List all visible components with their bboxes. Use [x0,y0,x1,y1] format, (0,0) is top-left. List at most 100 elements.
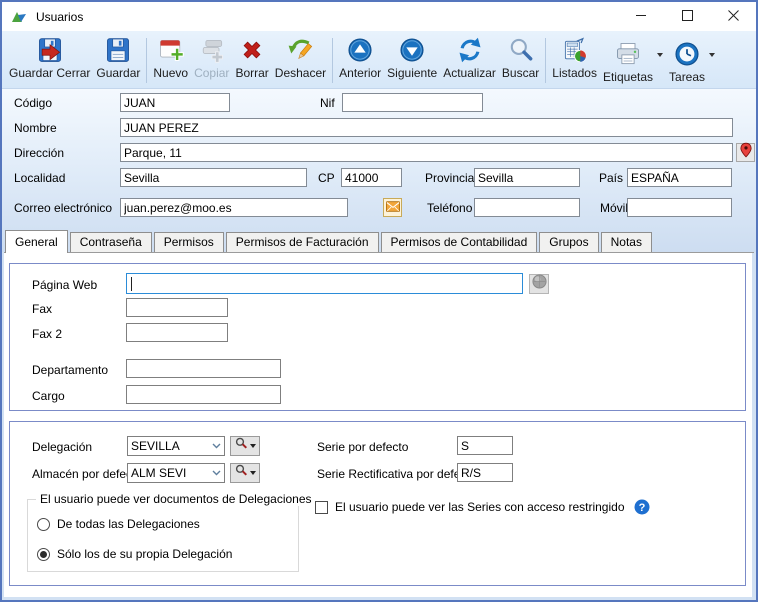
cp-input[interactable] [341,168,402,187]
toolbar-button-guardar[interactable]: Guardar [93,33,143,88]
toolbar-label: Guardar [96,66,140,80]
correo-input[interactable] [120,198,348,217]
dropdown-caret-icon[interactable] [657,53,663,57]
toolbar-button-deshacer[interactable]: Deshacer [272,33,329,88]
toolbar-button-nuevo[interactable]: Nuevo [150,33,191,88]
telefono-input[interactable] [474,198,580,217]
cargo-input[interactable] [126,385,281,404]
toolbar-button-tareas[interactable]: Tareas [666,37,708,84]
toolbar-label: Guardar Cerrar [9,66,90,80]
departamento-input[interactable] [126,359,281,378]
serie-rectificativa-input[interactable] [457,463,513,482]
almacen-select[interactable]: ALM SEVI [127,463,225,483]
provincia-label: Provincia [425,171,474,185]
general-tab-page: Página Web Fax Fax 2 Departamento Cargo [4,253,752,597]
fax-input[interactable] [126,298,228,317]
toolbar-label: Anterior [339,66,381,80]
tab-permisos-facturacion[interactable]: Permisos de Facturación [226,232,379,252]
undo-pencil-icon [285,35,315,65]
tab-general[interactable]: General [5,230,68,253]
nif-label: Nif [320,96,335,110]
user-fields-panel: Código Nif Nombre Dirección Localidad CP… [2,89,756,252]
radio-option-label: De todas las Delegaciones [57,517,200,531]
codigo-label: Código [14,96,52,110]
nombre-input[interactable] [120,118,733,137]
radio-unchecked-icon [37,518,50,531]
toolbar-button-guardar-cerrar[interactable]: Guardar Cerrar [6,33,93,88]
fax2-input[interactable] [126,323,228,342]
toolbar-button-siguiente[interactable]: Siguiente [384,33,440,88]
pais-input[interactable] [627,168,732,187]
tab-notas[interactable]: Notas [601,232,652,252]
delegacion-lookup-button[interactable] [230,436,260,456]
radio-option-todas-delegaciones[interactable]: De todas las Delegaciones [37,517,200,531]
tab-strip: General Contraseña Permisos Permisos de … [4,229,754,253]
down-circle-icon [397,35,427,65]
toolbar-button-buscar[interactable]: Buscar [499,33,542,88]
toolbar: Guardar Cerrar Guardar [2,31,756,89]
movil-input[interactable] [627,198,732,217]
toolbar-label: Deshacer [275,66,326,80]
series-restringido-label: El usuario puede ver las Series con acce… [335,500,625,514]
radio-option-label: Sólo los de su propia Delegación [57,547,232,561]
toolbar-separator [332,38,333,83]
provincia-input[interactable] [474,168,580,187]
pagina-web-input[interactable] [126,273,523,294]
toolbar-button-actualizar[interactable]: Actualizar [440,33,499,88]
copy-icon [197,35,227,65]
pais-label: País [599,171,623,185]
almacen-label: Almacén por defecto [32,467,142,481]
dropdown-caret-icon[interactable] [709,53,715,57]
tab-permisos[interactable]: Permisos [154,232,224,252]
localidad-input[interactable] [120,168,307,187]
codigo-input[interactable] [120,93,230,112]
envelope-icon [386,199,400,217]
help-question-icon[interactable]: ? [634,499,650,515]
movil-label: Móvil [600,201,628,215]
minimize-button[interactable] [618,2,664,31]
maximize-icon [682,8,693,26]
direccion-label: Dirección [14,146,64,160]
delete-x-icon [237,35,267,65]
dropdown-caret-icon [250,444,256,448]
save-icon [103,35,133,65]
toolbar-label: Buscar [502,66,539,80]
toolbar-button-borrar[interactable]: Borrar [232,33,271,88]
map-button[interactable] [736,143,755,162]
toolbar-separator [545,38,546,83]
toolbar-group-etiquetas: Etiquetas [600,33,666,88]
fax2-label: Fax 2 [32,327,62,341]
tab-contrasena[interactable]: Contraseña [70,232,152,252]
delegacion-label: Delegación [32,440,92,454]
toolbar-label: Nuevo [153,66,188,80]
chevron-down-icon [212,443,221,449]
delegaciones-group-title: El usuario puede ver documentos de Deleg… [36,492,316,506]
toolbar-group-tareas: Tareas [666,33,718,88]
send-email-button[interactable] [383,198,402,217]
magnifier-icon [235,437,248,455]
toolbar-label: Tareas [669,70,705,84]
close-button[interactable] [710,2,756,31]
search-icon [506,35,536,65]
direccion-input[interactable] [120,143,733,162]
radio-option-propia-delegacion[interactable]: Sólo los de su propia Delegación [37,547,232,561]
checkbox-unchecked-icon[interactable] [315,501,328,514]
toolbar-label: Borrar [235,66,268,80]
toolbar-button-anterior[interactable]: Anterior [336,33,384,88]
toolbar-separator [146,38,147,83]
app-logo-icon [11,9,27,25]
almacen-lookup-button[interactable] [230,463,260,483]
serie-rectificativa-label: Serie Rectificativa por defecto [317,467,476,481]
serie-input[interactable] [457,436,513,455]
toolbar-button-etiquetas[interactable]: Etiquetas [600,37,656,84]
delegacion-select[interactable]: SEVILLA [127,436,225,456]
close-icon [728,8,739,26]
reports-icon [560,35,590,65]
nif-input[interactable] [342,93,483,112]
toolbar-button-listados[interactable]: Listados [549,33,600,88]
maximize-button[interactable] [664,2,710,31]
usuarios-window: Usuarios [0,0,758,602]
tab-permisos-contabilidad[interactable]: Permisos de Contabilidad [381,232,538,252]
series-restringido-row[interactable]: El usuario puede ver las Series con acce… [315,499,650,515]
tab-grupos[interactable]: Grupos [539,232,598,252]
